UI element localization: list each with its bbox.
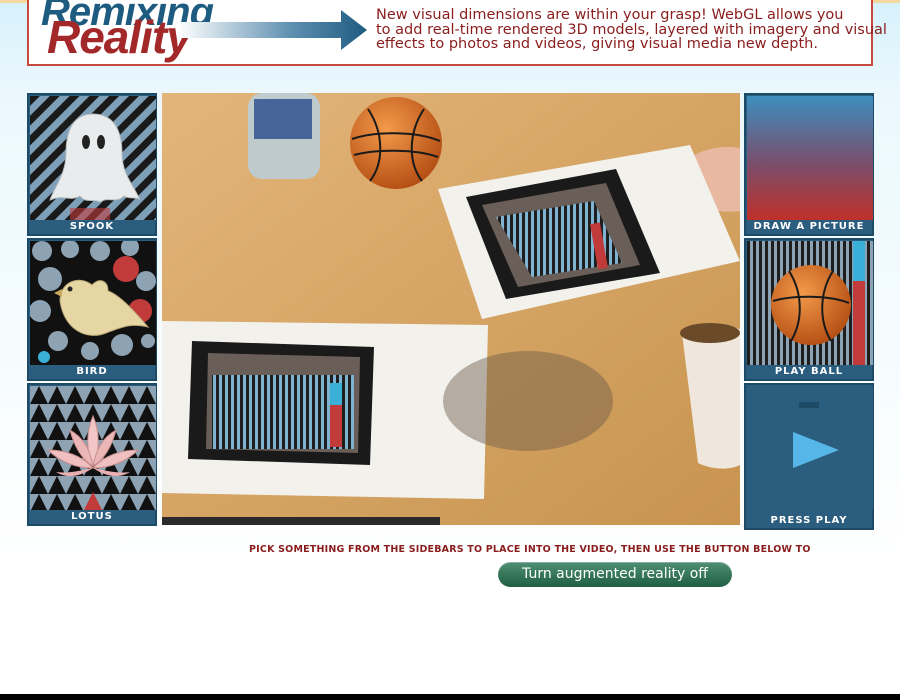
sidebar-item-label: PRESS PLAY: [770, 515, 848, 526]
tagline-line: to add real-time rendered 3D models, lay…: [376, 21, 887, 38]
basketball-icon: [747, 241, 873, 365]
lotus-icon: [30, 386, 156, 510]
ghost-icon: [30, 96, 156, 220]
header-banner: Remixing Reality New visual dimensions a…: [27, 0, 887, 66]
toggle-augmented-reality-button[interactable]: Turn augmented reality off: [498, 562, 732, 587]
video-scene: [162, 93, 740, 525]
sidebar-item-label: LOTUS: [71, 511, 113, 522]
sidebar-item-draw-a-picture[interactable]: DRAW A PICTURE: [744, 93, 874, 236]
play-icon: [747, 386, 873, 510]
sidebar-item-play-ball[interactable]: PLAY BALL: [744, 238, 874, 381]
sidebar-item-press-play[interactable]: PRESS PLAY: [744, 383, 874, 530]
tagline-line: New visual dimensions are within your gr…: [376, 7, 844, 23]
tagline-line: effects to photos and videos, giving vis…: [376, 36, 818, 52]
gradient-canvas-icon: [747, 96, 873, 220]
sidebar-item-label: PLAY BALL: [774, 366, 844, 377]
logo-arrow-icon: [179, 10, 367, 50]
sidebar-item-label: DRAW A PICTURE: [753, 221, 865, 232]
sidebar-item-label: SPOOK: [69, 221, 115, 232]
sidebar-item-label: BIRD: [76, 366, 108, 377]
video-viewport[interactable]: [162, 93, 740, 525]
tagline: New visual dimensions are within your gr…: [376, 7, 887, 52]
sidebar-item-bird[interactable]: BIRD: [27, 238, 157, 381]
bottom-bar: [0, 694, 900, 700]
sidebar-item-lotus[interactable]: LOTUS: [27, 383, 157, 526]
instruction-text: PICK SOMETHING FROM THE SIDEBARS TO PLAC…: [249, 544, 811, 555]
bird-icon: [30, 241, 156, 365]
sidebar-item-spook[interactable]: SPOOK: [27, 93, 157, 236]
logo-word-reality: Reality: [47, 11, 192, 63]
